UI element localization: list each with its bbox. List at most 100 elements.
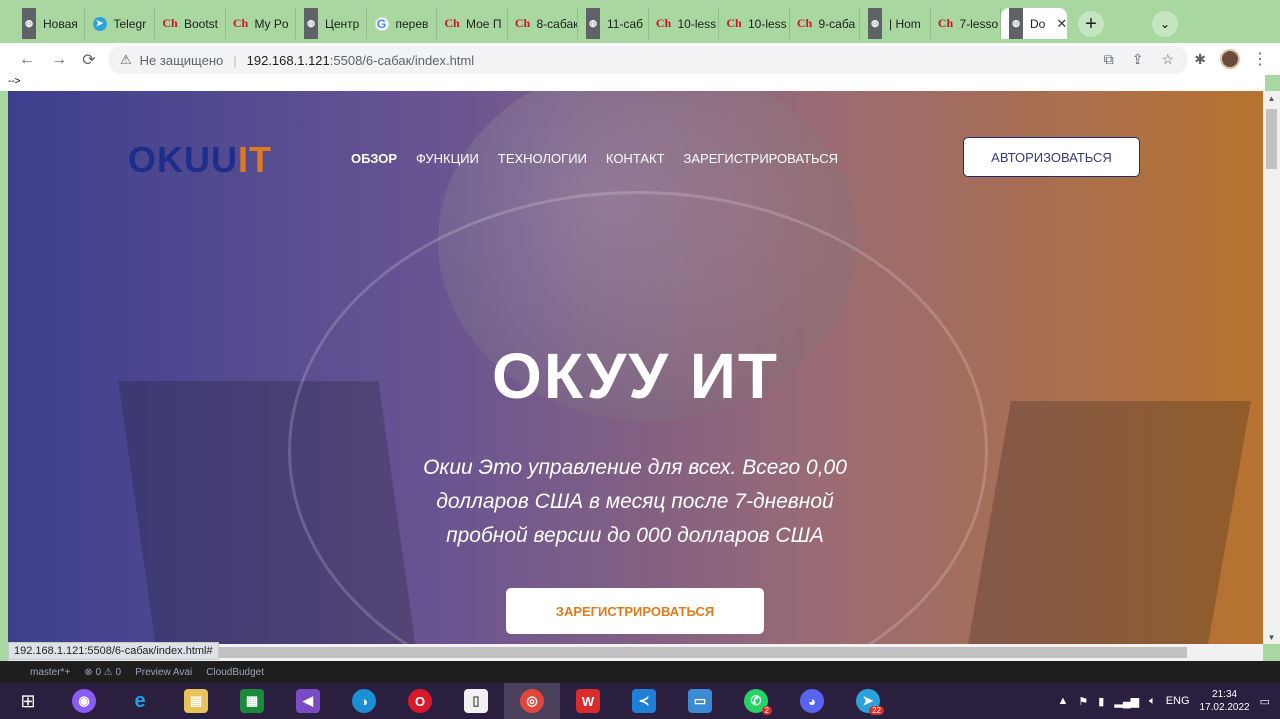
browser-tab[interactable]: Ch Bootst	[155, 8, 226, 39]
vertical-scroll-thumb[interactable]	[1266, 109, 1277, 169]
file-explorer-icon[interactable]: ▤	[168, 683, 224, 719]
share-icon[interactable]: ⇪	[1132, 51, 1144, 68]
browser-tab[interactable]: ◍ 11-саб	[578, 8, 649, 39]
nav-item-overview[interactable]: ОБЗОР	[351, 151, 397, 166]
hero-title: ОКУУ ИТ	[492, 340, 779, 412]
ch-favicon-icon: Ch	[726, 16, 742, 30]
browser-tab[interactable]: Ch 9-саба	[790, 8, 860, 39]
hero-subtitle: Окии Это управление для всех. Всего 0,00…	[423, 456, 847, 547]
maximize-icon[interactable]	[1200, 0, 1240, 30]
editor-status-strip: master*+ ⊗ 0 ⚠ 0 Preview Avai CloudBudge…	[0, 661, 1280, 683]
opera-icon[interactable]: O	[392, 683, 448, 719]
scroll-down-icon[interactable]: ▼	[1263, 630, 1280, 644]
edge-icon[interactable]: ◑	[336, 683, 392, 719]
profile-avatar[interactable]	[1220, 49, 1240, 69]
logo-part-it[interactable]: IT	[238, 139, 272, 180]
nav-item-technologies[interactable]: ТЕХНОЛОГИИ	[498, 151, 587, 166]
browser-tab-bar: ◍ Новая ➤ Telegr Ch Bootst Ch My Po ◍ Центр Gперев…	[0, 0, 1280, 43]
browser-tab[interactable]: Ch 7-lesso	[931, 8, 1001, 39]
clock[interactable]: 21:34 17.02.2022	[1200, 688, 1250, 714]
translate-icon[interactable]: ⧉	[1104, 51, 1114, 68]
menu-icon[interactable]: ⋮	[1252, 49, 1268, 69]
login-button[interactable]: АВТОРИЗОВАТЬСЯ	[963, 137, 1140, 177]
browser-tab[interactable]: Gперев	[367, 8, 437, 39]
tab-title: 7-lesso	[959, 16, 999, 31]
language-indicator[interactable]: ENG	[1166, 695, 1190, 707]
browser-tab[interactable]: Ch 8-сабак	[508, 8, 578, 39]
browser-tab[interactable]: Ch 10-less	[719, 8, 790, 39]
stray-comment-text: -->	[0, 75, 1265, 91]
nav-item-features[interactable]: ФУНКЦИИ	[416, 151, 479, 166]
browser-tab[interactable]: Ch My Po	[226, 8, 296, 39]
bookmark-star-icon[interactable]: ☆	[1161, 51, 1174, 68]
site-logo[interactable]: OKUUIT	[128, 139, 272, 181]
telegram-icon[interactable]: ➤ 22	[840, 683, 896, 719]
battery-icon[interactable]: ▮	[1098, 695, 1104, 708]
store-icon[interactable]: ▦	[224, 683, 280, 719]
photos-icon[interactable]: ▭	[672, 683, 728, 719]
explorer-item[interactable]: CloudBudget	[206, 667, 264, 678]
volume-icon[interactable]: 🔈︎	[1149, 695, 1156, 708]
extensions-icon[interactable]: ✱	[1194, 51, 1206, 68]
new-tab-button[interactable]: +	[1078, 11, 1104, 37]
internet-explorer-icon[interactable]: e	[112, 683, 168, 719]
wps-icon[interactable]: W	[560, 683, 616, 719]
nav-item-register[interactable]: ЗАРЕГИСТРИРОВАТЬСЯ	[684, 151, 839, 166]
security-label[interactable]: Не защищено	[140, 53, 224, 68]
browser-tab[interactable]: ◍ | Hom	[860, 8, 931, 39]
tab-title: Do	[1030, 16, 1046, 31]
warning-icon[interactable]: ⚠	[120, 52, 132, 68]
chrome-icon[interactable]: ◎	[504, 683, 560, 719]
nav-item-contact[interactable]: КОНТАКТ	[606, 151, 665, 166]
preview-label[interactable]: Preview Avai	[135, 667, 192, 678]
url-host[interactable]: 192.168.1.121	[247, 53, 330, 68]
vertical-scrollbar[interactable]: ▲ ▼	[1263, 91, 1280, 644]
browser-tab[interactable]: Ch 10-less	[649, 8, 719, 39]
visual-studio-icon[interactable]: ◀	[280, 683, 336, 719]
git-branch[interactable]: master*+	[30, 667, 70, 678]
browser-tab[interactable]: ➤ Telegr	[85, 8, 155, 39]
browser-tab[interactable]: Ch Мое П	[437, 8, 508, 39]
url-path[interactable]: :5508/6-сабак/index.html	[330, 53, 474, 68]
tab-title: Bootst	[184, 16, 219, 31]
telegram-icon: ➤	[92, 16, 107, 31]
reload-icon[interactable]: ⟳	[76, 47, 102, 73]
vscode-icon[interactable]: ≺	[616, 683, 672, 719]
back-icon[interactable]: ←	[14, 47, 40, 73]
alice-assistant-icon[interactable]: ◉	[56, 683, 112, 719]
browser-tab[interactable]: ◍ Do ✕	[1001, 8, 1067, 39]
window-close-icon[interactable]	[1240, 0, 1280, 30]
address-bar[interactable]: ⚠ Не защищено | 192.168.1.121:5508/6-саб…	[108, 46, 1188, 74]
minimize-icon[interactable]	[1160, 0, 1200, 30]
discord-icon[interactable]: ◕	[784, 683, 840, 719]
register-cta-button[interactable]: ЗАРЕГИСТРИРОВАТЬСЯ	[506, 588, 764, 634]
ch-favicon-icon: Ch	[232, 16, 249, 30]
notifications-icon[interactable]: ▭	[1260, 695, 1270, 708]
ch-favicon-icon: Ch	[937, 16, 954, 30]
start-windows-icon[interactable]: ⊞	[0, 683, 56, 719]
whatsapp-icon[interactable]: ✆ 2	[728, 683, 784, 719]
tab-title: Новая	[43, 16, 78, 31]
browser-toolbar: ← → ⟳ ⚠ Не защищено | 192.168.1.121:5508…	[0, 43, 1280, 75]
flag-icon[interactable]: ⚑	[1078, 695, 1088, 708]
tab-title: 8-сабак	[536, 16, 578, 31]
tab-title: Центр	[325, 16, 360, 31]
address-separator: |	[233, 52, 237, 68]
ch-favicon-icon: Ch	[796, 16, 813, 30]
problems-count[interactable]: ⊗ 0 ⚠ 0	[84, 667, 121, 678]
browser-tab[interactable]: ◍ Новая	[14, 8, 85, 39]
tab-title: My Po	[254, 16, 289, 31]
browser-tab[interactable]: ◍ Центр	[296, 8, 367, 39]
tab-title: 10-less	[677, 16, 717, 31]
forward-icon[interactable]: →	[46, 47, 72, 73]
document-icon[interactable]: ▯	[448, 683, 504, 719]
network-icon[interactable]: ▂▄▆	[1114, 695, 1139, 708]
google-icon: G	[374, 16, 389, 31]
globe-icon: ◍	[586, 8, 600, 39]
scroll-up-icon[interactable]: ▲	[1263, 91, 1280, 105]
background-arc	[288, 191, 988, 644]
globe-icon: ◍	[304, 8, 318, 39]
tray-expand-icon[interactable]: ▲	[1058, 695, 1069, 707]
logo-part-okuu[interactable]: OKUU	[128, 139, 238, 180]
tab-close-icon[interactable]: ✕	[1056, 16, 1067, 32]
